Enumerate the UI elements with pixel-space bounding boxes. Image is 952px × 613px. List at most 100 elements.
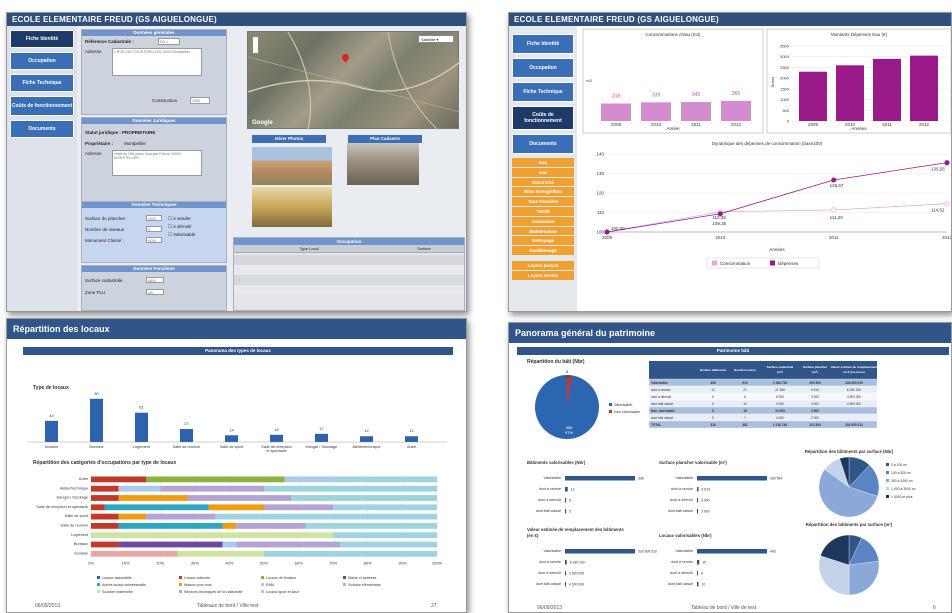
nav2-fiche-identite[interactable]: Fiche Identité [512, 34, 574, 54]
legend-label: 0 à 100 m² [891, 463, 908, 467]
map-roads [248, 32, 460, 130]
table-header-cell: Valeur estimée de remplacement [831, 365, 878, 369]
data-label: 90 [94, 391, 99, 396]
table-row [234, 265, 464, 275]
nav-couts[interactable]: Coûts de fonctionnement [10, 96, 74, 116]
manage-photos-button[interactable]: Gérer Photos [252, 135, 326, 143]
prop-label: Propriétaire : [85, 141, 114, 146]
niv-input[interactable]: 3 [146, 226, 162, 232]
cost-menu-item[interactable]: Gardiennage [512, 246, 574, 255]
photo-classroom[interactable] [252, 187, 332, 227]
cb-demolir[interactable]: ☐ A démolir [168, 224, 192, 230]
surf-input[interactable]: 1003 [146, 215, 162, 221]
cost-menu-item[interactable]: Loyers versés [512, 270, 574, 280]
map-type-select[interactable]: Satellite ▾ [418, 35, 454, 43]
gen-header: Données générales [82, 30, 226, 36]
bar [565, 487, 568, 492]
legend-label: Dépenses [778, 261, 799, 266]
tick-label: et spectacle [266, 449, 286, 453]
cost-menu-item[interactable]: Taxe Foncière [512, 197, 574, 206]
ref-input[interactable]: DN 1 [158, 38, 180, 45]
nav-fiche-technique[interactable]: Fiche Technique [10, 74, 74, 92]
table-cell: dont bâti classé [651, 402, 673, 406]
mon-input[interactable]: NON [146, 237, 162, 243]
data-label: 44 [49, 413, 54, 418]
bar [565, 476, 635, 481]
tick-label: dont à vendre [539, 487, 561, 491]
cost-menu-item[interactable]: Gaz [512, 167, 574, 177]
occ-col-surface[interactable]: Surface [384, 245, 464, 252]
axis-label: Années [769, 247, 785, 252]
stacked-segment [236, 523, 306, 529]
tick-label: 140 [596, 152, 604, 157]
panel-couts-fonctionnement: ECOLE ELEMENTAIRE FREUD (GS AIGUELONGUE)… [508, 12, 952, 312]
table-header-cell: en € (en euros) [843, 370, 864, 374]
table-cell: 5 [712, 395, 714, 399]
nav2-occupation[interactable]: Occupation [512, 58, 574, 78]
tick-label: Valorisable [543, 549, 561, 553]
panel2-title: ECOLE ELEMENTAIRE FREUD (GS AIGUELONGUE) [509, 13, 951, 26]
legend-swatch [886, 495, 889, 498]
tick-label: Valorisable [675, 549, 693, 553]
panel2-charts: Consommations d'eau (m3) m3 Année 318 2009 33… [582, 28, 951, 269]
stacked-segment [91, 513, 119, 520]
tick-label: Hangar / Stockage [306, 445, 337, 449]
nav2-fiche-technique[interactable]: Fiche Technique [512, 82, 574, 102]
table-cell: 21 366 [775, 388, 785, 392]
photo-courtyard[interactable] [347, 143, 419, 185]
table-header-cell: Nombre bâtiments [700, 368, 727, 372]
tick-label: 2012 [731, 122, 742, 127]
tick-label: Valorisable [675, 476, 693, 480]
bar [697, 487, 699, 492]
stacked-segment [177, 550, 264, 557]
photo-building[interactable] [252, 147, 332, 185]
map-view[interactable]: Satellite ▾ Google [247, 31, 460, 130]
nav-occupation[interactable]: Occupation [10, 52, 74, 70]
cost-menu-item[interactable]: Eau [512, 158, 574, 167]
table-row [648, 406, 878, 415]
data-label: 3 000 [701, 499, 710, 503]
tick-label: Bureaux [89, 445, 103, 449]
map-zoom-control[interactable] [252, 36, 259, 54]
legend-label: 300 à 1000 m² [891, 479, 914, 483]
table-cell: 1 018 746 [773, 423, 787, 427]
cost-menu-item[interactable]: Loyers perçus [512, 260, 574, 270]
cost-menu-item[interactable]: Bilan Energie/Eau [512, 187, 574, 197]
legend-swatch [343, 583, 346, 586]
zone-input[interactable]: UA [146, 289, 164, 295]
cost-menu-item[interactable]: Nettoyage [512, 236, 574, 246]
stacked-segment [91, 495, 119, 501]
nav2-couts[interactable]: Coûts de fonctionnement [512, 106, 574, 130]
plan-cadastre-button[interactable]: Plan Cadastre [348, 135, 422, 143]
tick-label: Logement [71, 533, 89, 537]
fonc-surf-input[interactable]: 6840 [146, 277, 164, 283]
tick-label: 100% [432, 561, 443, 566]
chart-title: Consommations d'eau (m3) [645, 32, 701, 37]
nav-documents[interactable]: Documents [10, 120, 74, 138]
table-cell: 2 000 [811, 416, 819, 420]
axis-label: Euros [770, 77, 775, 87]
tick-label: 2500 [780, 65, 790, 70]
legend-swatch [886, 479, 889, 482]
cost-menu-item[interactable]: TEOM [512, 206, 574, 216]
jur-adr-textarea[interactable]: Hôtel de Ville place Georges Frêche 3400… [112, 150, 202, 176]
stacked-segment [333, 504, 437, 511]
cost-menu-item[interactable]: Maintenance [512, 226, 574, 236]
chart-subtitle: Type de locaux [33, 385, 69, 391]
cost-menu-item[interactable]: Assurance [512, 216, 574, 226]
nav-fiche-identite[interactable]: Fiche Identité [10, 30, 74, 48]
bar [225, 435, 238, 442]
constr-input[interactable]: 1969 [190, 97, 210, 104]
cost-menu-item[interactable]: Electricité [512, 177, 574, 187]
pie-slice [848, 561, 880, 596]
panel1-sidebar: Fiche Identité Occupation Fiche Techniqu… [7, 26, 77, 311]
cb-valorisable[interactable]: ☐ Valorisable [168, 232, 195, 238]
data-point [831, 177, 837, 183]
nav2-documents[interactable]: Documents [512, 134, 574, 154]
tick-label: 70% [329, 561, 337, 566]
cb-vendre[interactable]: ☐ A vendre [168, 216, 191, 222]
fonc-header: Données Foncières [82, 266, 226, 272]
occ-col-type[interactable]: Type Local [234, 245, 384, 252]
adr-textarea[interactable]: 2 RUE DES FOURTERELLES 34000 Montpellier [112, 48, 202, 76]
legend-label: Locaux sport et loisir [266, 590, 300, 594]
